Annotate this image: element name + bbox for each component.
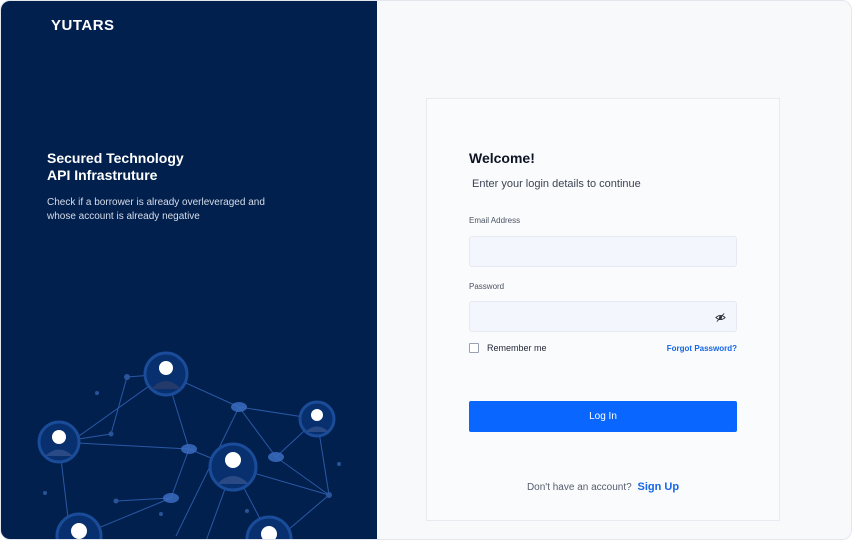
email-field-wrapper xyxy=(469,236,737,267)
password-field[interactable] xyxy=(470,302,736,331)
login-button[interactable]: Log In xyxy=(469,401,737,432)
signup-prompt: Don't have an account? xyxy=(526,482,632,493)
hero-title-line-2: API Infrastruture xyxy=(47,167,158,183)
login-subheading: Enter your login details to continue xyxy=(472,178,641,190)
login-panel: Welcome! Enter your login details to con… xyxy=(377,1,851,539)
hero-title-line-1: Secured Technology xyxy=(47,150,184,166)
brand-logo: YUTARS xyxy=(51,17,115,34)
remember-me-checkbox[interactable]: Remember me xyxy=(469,343,547,353)
checkbox-icon[interactable] xyxy=(469,343,479,353)
welcome-heading: Welcome! xyxy=(469,150,535,166)
forgot-password-link[interactable]: Forgot Password? xyxy=(667,344,737,353)
login-card: Welcome! Enter your login details to con… xyxy=(426,98,780,521)
signup-row: Don't have an account? Sign Up xyxy=(427,481,779,493)
email-field[interactable] xyxy=(470,237,736,266)
remember-me-label: Remember me xyxy=(487,343,547,353)
hero-subtitle: Check if a borrower is already overlever… xyxy=(47,197,265,222)
hero-title: Secured Technology API Infrastruture xyxy=(47,150,307,184)
email-label: Email Address xyxy=(469,216,521,225)
network-illustration xyxy=(37,351,341,539)
password-field-wrapper xyxy=(469,301,737,332)
eye-off-icon[interactable] xyxy=(715,312,726,323)
app-window: YUTARS Secured Technology API Infrastrut… xyxy=(0,0,852,540)
brand-panel: YUTARS Secured Technology API Infrastrut… xyxy=(1,1,377,539)
signup-link[interactable]: Sign Up xyxy=(637,481,679,493)
password-label: Password xyxy=(469,282,505,291)
